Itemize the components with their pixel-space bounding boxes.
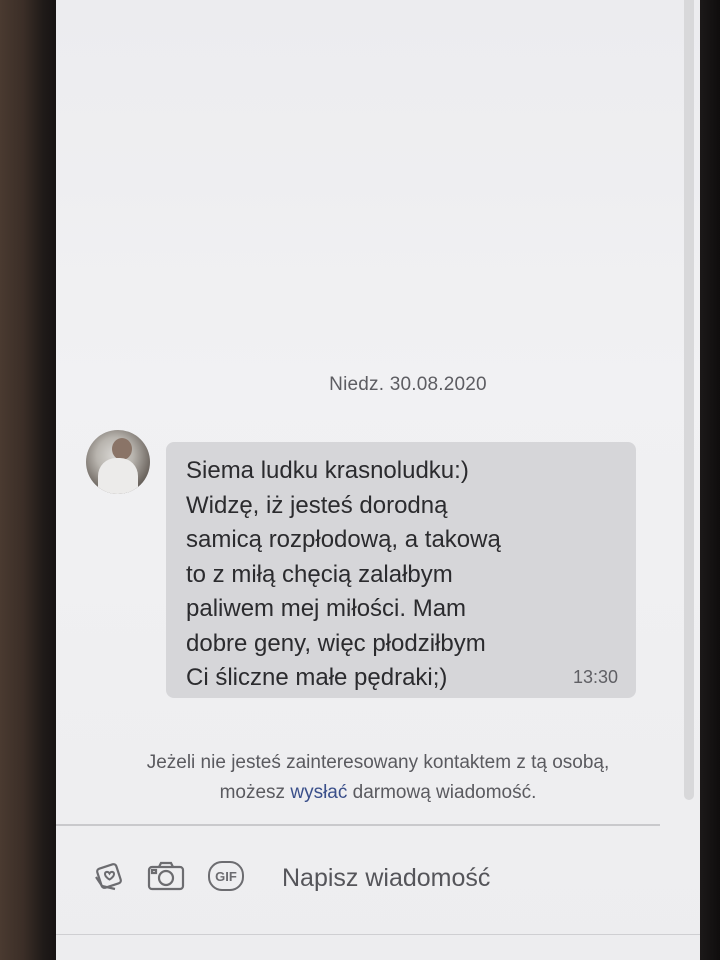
notice-text-after: darmową wiadomość. bbox=[347, 782, 537, 803]
message-input[interactable] bbox=[282, 860, 602, 896]
message-line: Ci śliczne małe pędraki;) bbox=[186, 664, 448, 691]
phone-frame-left bbox=[0, 0, 58, 960]
message-line: paliwem mej miłości. Mam bbox=[186, 595, 467, 622]
sticker-icon[interactable] bbox=[90, 856, 130, 896]
gif-label: GIF bbox=[208, 861, 244, 891]
camera-icon[interactable] bbox=[146, 856, 186, 896]
message-composer: GIF bbox=[56, 828, 700, 928]
message-text: Siema ludku krasnoludku:) Widzę, iż jest… bbox=[186, 454, 566, 696]
chat-screen: Niedz. 30.08.2020 Siema ludku krasnoludk… bbox=[56, 0, 700, 960]
notice-line-2: możesz wysłać darmową wiadomość. bbox=[56, 778, 700, 808]
gif-icon[interactable]: GIF bbox=[206, 856, 246, 896]
date-separator: Niedz. 30.08.2020 bbox=[329, 374, 487, 395]
message-bubble[interactable]: Siema ludku krasnoludku:) Widzę, iż jest… bbox=[166, 442, 636, 698]
scrollbar[interactable] bbox=[684, 0, 694, 800]
message-line: Siema ludku krasnoludku:) bbox=[186, 457, 469, 484]
notice-text-before: możesz bbox=[219, 782, 291, 803]
message-timestamp: 13:30 bbox=[572, 667, 618, 687]
contact-notice: Jeżeli nie jesteś zainteresowany kontakt… bbox=[56, 748, 700, 808]
composer-divider bbox=[56, 824, 660, 826]
message-line: samicą rozpłodową, a takową bbox=[186, 526, 501, 553]
message-line: dobre geny, więc płodziłbym bbox=[186, 629, 486, 657]
sender-avatar[interactable] bbox=[86, 430, 150, 494]
message-line: to z miłą chęcią zalałbym bbox=[186, 560, 453, 588]
avatar-body bbox=[98, 458, 138, 494]
send-message-link[interactable]: wysłać bbox=[290, 782, 347, 803]
notice-line-1: Jeżeli nie jesteś zainteresowany kontakt… bbox=[146, 752, 610, 773]
phone-frame-right bbox=[698, 0, 720, 960]
message-line: Widzę, iż jesteś dorodną bbox=[186, 491, 448, 519]
avatar-head bbox=[112, 438, 132, 460]
bottom-divider bbox=[56, 934, 700, 935]
